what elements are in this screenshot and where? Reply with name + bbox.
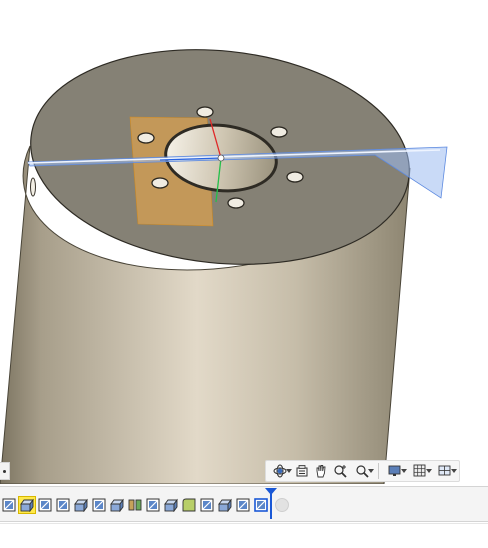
timeline-feature-extrude[interactable] bbox=[217, 497, 233, 513]
sketch-feature-icon bbox=[200, 498, 214, 512]
timeline-track bbox=[0, 494, 289, 516]
toolbar-divider bbox=[378, 463, 379, 479]
3d-viewport[interactable] bbox=[0, 0, 488, 484]
bolt-hole[interactable] bbox=[137, 132, 155, 144]
timeline-feature-sketch[interactable] bbox=[1, 497, 17, 513]
orbit-icon bbox=[273, 464, 287, 478]
timeline-feature-sketch[interactable] bbox=[235, 497, 251, 513]
browser-collapse-handle[interactable] bbox=[0, 462, 10, 480]
sketch-feature-icon bbox=[146, 498, 160, 512]
timeline-feature-extrude[interactable] bbox=[109, 497, 125, 513]
timeline-feature-sketch[interactable] bbox=[199, 497, 215, 513]
orbit-button[interactable] bbox=[268, 462, 292, 480]
timeline-feature-split[interactable] bbox=[127, 497, 143, 513]
timeline-feature-extrude[interactable] bbox=[73, 497, 89, 513]
sketch-active-icon bbox=[254, 498, 268, 512]
viewports-icon bbox=[438, 465, 451, 476]
sketch-feature-icon bbox=[92, 498, 106, 512]
chevron-down-icon bbox=[426, 469, 432, 473]
pan-hand-icon bbox=[316, 465, 326, 478]
extrude-feature-icon bbox=[110, 498, 124, 512]
timeline-feature-sketch[interactable] bbox=[55, 497, 71, 513]
design-timeline bbox=[0, 486, 488, 522]
navigation-bar bbox=[265, 460, 460, 482]
timeline-marker[interactable] bbox=[270, 491, 272, 519]
sketch-feature-icon bbox=[56, 498, 70, 512]
side-slot[interactable] bbox=[30, 177, 36, 197]
sketch-feature-icon bbox=[236, 498, 250, 512]
look-at-button[interactable] bbox=[293, 462, 311, 480]
viewports-button[interactable] bbox=[433, 462, 457, 480]
zoom-window-icon bbox=[334, 465, 347, 478]
timeline-feature-sketch[interactable] bbox=[91, 497, 107, 513]
chevron-down-icon bbox=[451, 469, 457, 473]
collapse-dot-icon bbox=[3, 469, 6, 473]
zoom-window-button[interactable] bbox=[331, 462, 349, 480]
extrude-feature-icon bbox=[74, 498, 88, 512]
extrude-feature-icon bbox=[20, 498, 34, 512]
status-bar bbox=[0, 523, 488, 548]
timeline-feature-sketch-active[interactable] bbox=[253, 497, 269, 513]
timeline-feature-extrude[interactable] bbox=[18, 496, 36, 514]
grid-settings-button[interactable] bbox=[408, 462, 432, 480]
fillet-feature-icon bbox=[182, 498, 196, 512]
timeline-feature-fillet[interactable] bbox=[181, 497, 197, 513]
timeline-suppressed-feature[interactable] bbox=[275, 498, 289, 512]
chevron-down-icon bbox=[401, 469, 407, 473]
fusion-design-workspace bbox=[0, 0, 488, 548]
origin-point[interactable] bbox=[217, 154, 225, 162]
bolt-hole[interactable] bbox=[227, 197, 245, 209]
grid-settings-icon bbox=[413, 464, 426, 477]
extrude-feature-icon bbox=[164, 498, 178, 512]
chevron-down-icon bbox=[368, 469, 374, 473]
extrude-feature-icon bbox=[218, 498, 232, 512]
bolt-hole[interactable] bbox=[286, 171, 304, 183]
sketch-feature-icon bbox=[38, 498, 52, 512]
zoom-fit-icon bbox=[356, 465, 369, 478]
pan-button[interactable] bbox=[312, 462, 330, 480]
timeline-marker-handle-icon[interactable] bbox=[265, 488, 277, 495]
look-at-icon bbox=[296, 465, 308, 477]
sketch-feature-icon bbox=[2, 498, 16, 512]
bolt-hole[interactable] bbox=[151, 177, 169, 189]
bolt-hole[interactable] bbox=[270, 126, 288, 138]
timeline-feature-sketch[interactable] bbox=[37, 497, 53, 513]
timeline-feature-extrude[interactable] bbox=[163, 497, 179, 513]
bolt-hole[interactable] bbox=[196, 106, 214, 118]
display-settings-button[interactable] bbox=[383, 462, 407, 480]
split-body-icon bbox=[128, 499, 142, 511]
zoom-fit-button[interactable] bbox=[350, 462, 374, 480]
timeline-feature-sketch[interactable] bbox=[145, 497, 161, 513]
chevron-down-icon bbox=[286, 469, 292, 473]
display-settings-icon bbox=[388, 465, 401, 476]
